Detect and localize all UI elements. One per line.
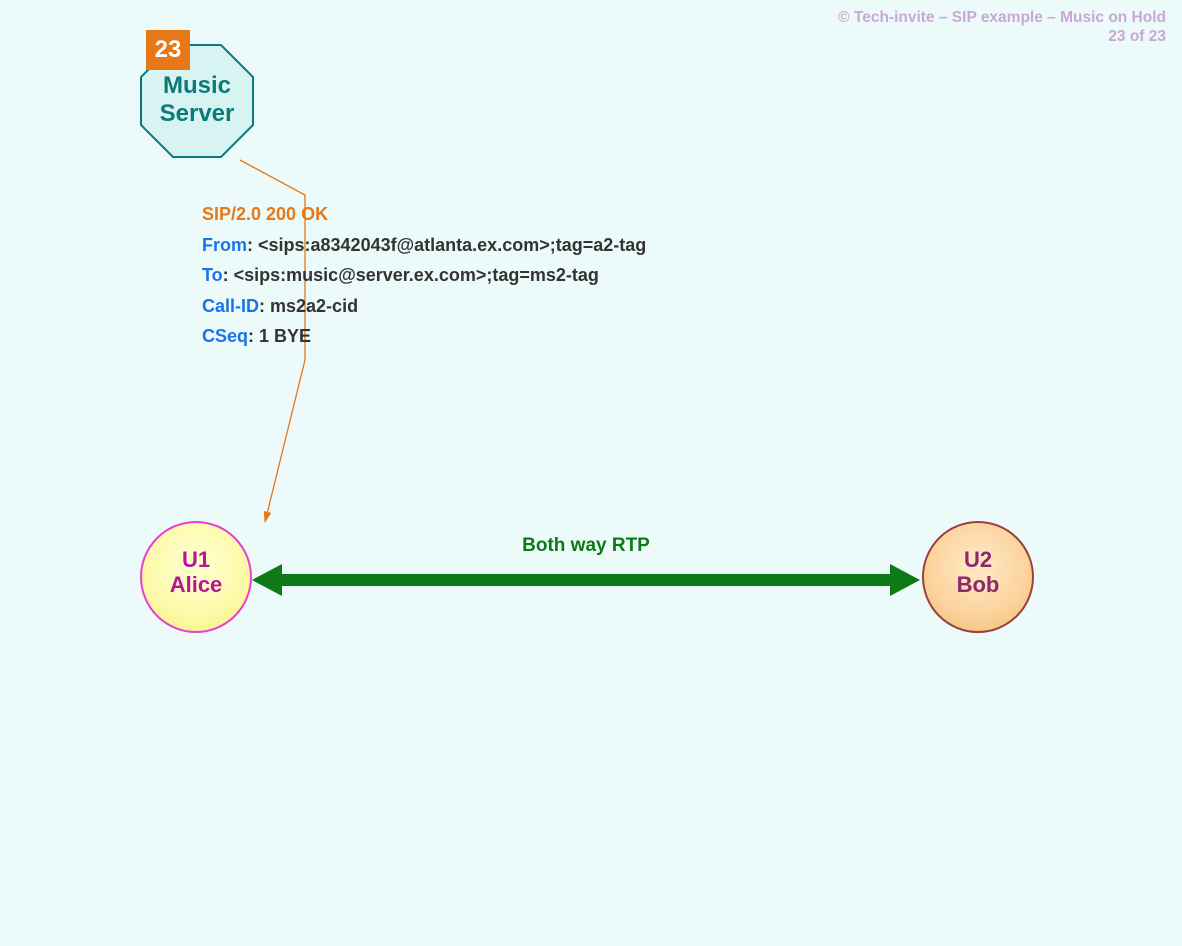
sip-callid-label: Call-ID <box>202 296 259 316</box>
node-alice-line2: Alice <box>170 572 223 597</box>
header-copyright: © Tech-invite – SIP example – Music on H… <box>838 8 1166 28</box>
step-badge: 23 <box>146 30 190 70</box>
rtp-label: Both way RTP <box>252 535 920 557</box>
node-bob-line1: U2 <box>964 547 992 572</box>
music-server-line2: Server <box>160 100 235 127</box>
sip-cseq-line: CSeq: 1 BYE <box>202 321 646 352</box>
sip-from-label: From <box>202 235 247 255</box>
sip-callid-value: : ms2a2-cid <box>259 296 358 316</box>
rtp-double-arrow-icon <box>252 560 920 600</box>
music-server-label: Music Server <box>137 72 257 127</box>
node-alice-label: U1 Alice <box>142 547 250 598</box>
node-bob-line2: Bob <box>957 572 1000 597</box>
music-server-line1: Music <box>163 72 231 99</box>
sip-cseq-value: : 1 BYE <box>248 326 311 346</box>
node-bob: U2 Bob <box>922 521 1034 633</box>
sip-cseq-label: CSeq <box>202 326 248 346</box>
sip-to-value: : <sips:music@server.ex.com>;tag=ms2-tag <box>223 265 599 285</box>
sip-to-line: To: <sips:music@server.ex.com>;tag=ms2-t… <box>202 260 646 291</box>
node-alice: U1 Alice <box>140 521 252 633</box>
sip-callid-line: Call-ID: ms2a2-cid <box>202 291 646 322</box>
header-page-number: 23 of 23 <box>1108 28 1166 46</box>
sip-message-block: SIP/2.0 200 OK From: <sips:a8342043f@atl… <box>202 199 646 352</box>
sip-from-value: : <sips:a8342043f@atlanta.ex.com>;tag=a2… <box>247 235 646 255</box>
sip-from-line: From: <sips:a8342043f@atlanta.ex.com>;ta… <box>202 230 646 261</box>
sip-status-line: SIP/2.0 200 OK <box>202 199 646 230</box>
node-bob-label: U2 Bob <box>924 547 1032 598</box>
sip-to-label: To <box>202 265 223 285</box>
node-alice-line1: U1 <box>182 547 210 572</box>
